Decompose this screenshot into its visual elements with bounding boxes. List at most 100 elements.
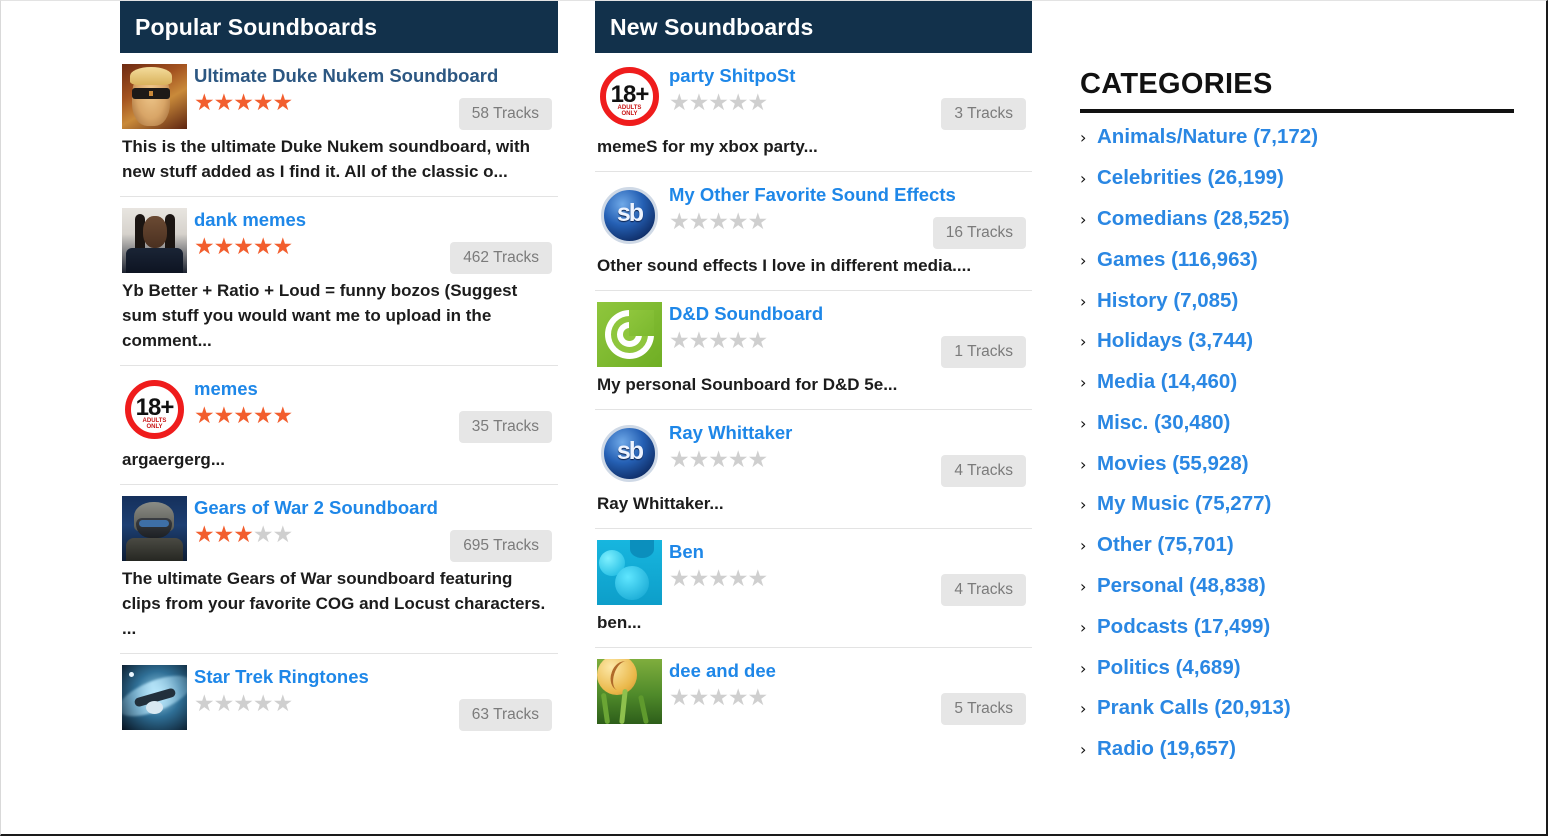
rating-star[interactable]: ★ (233, 234, 254, 260)
category-link[interactable]: Movies (55,928) (1097, 452, 1249, 476)
soundboard-title-link[interactable]: Ray Whittaker (669, 419, 1032, 445)
rating-star[interactable]: ★ (273, 403, 294, 429)
rating-star[interactable]: ★ (194, 90, 215, 116)
baseball-grass-thumbnail[interactable] (597, 659, 662, 724)
rating-star[interactable]: ★ (728, 328, 749, 354)
category-link[interactable]: Animals/Nature (7,172) (1097, 125, 1318, 149)
rating-star[interactable]: ★ (689, 328, 710, 354)
category-link[interactable]: History (7,085) (1097, 289, 1238, 313)
category-item[interactable]: › Movies (55,928) (1080, 443, 1514, 484)
soundboard-title-link[interactable]: party ShitpoSt (669, 62, 1032, 88)
rating-star[interactable]: ★ (253, 234, 274, 260)
soundboard-title-link[interactable]: memes (194, 375, 558, 401)
rating-star[interactable]: ★ (728, 209, 749, 235)
category-link[interactable]: Other (75,701) (1097, 533, 1234, 557)
rating-star[interactable]: ★ (748, 685, 769, 711)
duke-nukem-thumbnail[interactable] (122, 64, 187, 129)
rating-star[interactable]: ★ (728, 685, 749, 711)
rating-star[interactable]: ★ (748, 209, 769, 235)
rating-star[interactable]: ★ (194, 234, 215, 260)
category-link[interactable]: Podcasts (17,499) (1097, 615, 1270, 639)
rating-star[interactable]: ★ (728, 566, 749, 592)
rating-star[interactable]: ★ (273, 691, 294, 717)
rating-star[interactable]: ★ (214, 403, 235, 429)
category-link[interactable]: Radio (19,657) (1097, 737, 1236, 761)
category-link[interactable]: My Music (75,277) (1097, 492, 1271, 516)
category-item[interactable]: › Holidays (3,744) (1080, 321, 1514, 362)
rating-star[interactable]: ★ (708, 90, 729, 116)
rating-star[interactable]: ★ (708, 566, 729, 592)
category-link[interactable]: Games (116,963) (1097, 248, 1258, 272)
category-item[interactable]: › Personal (48,838) (1080, 566, 1514, 607)
rating-star[interactable]: ★ (194, 403, 215, 429)
rating-star[interactable]: ★ (689, 566, 710, 592)
blue-bubbles-thumbnail[interactable] (597, 540, 662, 605)
rating-star[interactable]: ★ (708, 209, 729, 235)
category-item[interactable]: › Games (116,963) (1080, 239, 1514, 280)
category-item[interactable]: › Misc. (30,480) (1080, 402, 1514, 443)
rating-star[interactable]: ★ (669, 685, 690, 711)
rating-star[interactable]: ★ (708, 685, 729, 711)
rating-star[interactable]: ★ (748, 328, 769, 354)
soundboard-title-link[interactable]: Ultimate Duke Nukem Soundboard (194, 62, 558, 88)
soundboard-sb-logo-icon[interactable]: sb (597, 421, 662, 486)
category-item[interactable]: › My Music (75,277) (1080, 484, 1514, 525)
category-link[interactable]: Misc. (30,480) (1097, 411, 1230, 435)
soundboard-title-link[interactable]: My Other Favorite Sound Effects (669, 181, 1032, 207)
rating-star[interactable]: ★ (273, 90, 294, 116)
soundboard-title-link[interactable]: Star Trek Ringtones (194, 663, 558, 689)
rating-star[interactable]: ★ (253, 522, 274, 548)
rating-star[interactable]: ★ (253, 90, 274, 116)
rating-star[interactable]: ★ (273, 234, 294, 260)
category-link[interactable]: Celebrities (26,199) (1097, 166, 1284, 190)
rating-star[interactable]: ★ (689, 209, 710, 235)
rating-star[interactable]: ★ (669, 90, 690, 116)
category-link[interactable]: Politics (4,689) (1097, 656, 1241, 680)
category-link[interactable]: Comedians (28,525) (1097, 207, 1290, 231)
rating-star[interactable]: ★ (689, 685, 710, 711)
category-link[interactable]: Prank Calls (20,913) (1097, 696, 1291, 720)
category-item[interactable]: › Prank Calls (20,913) (1080, 688, 1514, 729)
category-item[interactable]: › Media (14,460) (1080, 362, 1514, 403)
rating-star[interactable]: ★ (669, 566, 690, 592)
rating-star[interactable]: ★ (748, 566, 769, 592)
rating-star[interactable]: ★ (253, 691, 274, 717)
snoop-dogg-thumbnail[interactable] (122, 208, 187, 273)
rating-star[interactable]: ★ (233, 403, 254, 429)
rating-star[interactable]: ★ (233, 90, 254, 116)
rating-star[interactable]: ★ (194, 522, 215, 548)
rating-star[interactable]: ★ (273, 522, 294, 548)
rating-star[interactable]: ★ (253, 403, 274, 429)
rating-star[interactable]: ★ (233, 522, 254, 548)
category-item[interactable]: › Animals/Nature (7,172) (1080, 117, 1514, 158)
category-item[interactable]: › Politics (4,689) (1080, 647, 1514, 688)
rating-star[interactable]: ★ (214, 234, 235, 260)
rating-star[interactable]: ★ (194, 691, 215, 717)
soundboard-title-link[interactable]: D&D Soundboard (669, 300, 1032, 326)
gears-of-war-thumbnail[interactable] (122, 496, 187, 561)
green-spiral-thumbnail[interactable] (597, 302, 662, 367)
category-item[interactable]: › Podcasts (17,499) (1080, 606, 1514, 647)
category-item[interactable]: › Other (75,701) (1080, 525, 1514, 566)
adults-only-18-plus-icon[interactable]: 18+ ADULTS ONLY (597, 64, 662, 129)
rating-star[interactable]: ★ (214, 522, 235, 548)
rating-star[interactable]: ★ (748, 447, 769, 473)
category-item[interactable]: › History (7,085) (1080, 280, 1514, 321)
soundboard-title-link[interactable]: dank memes (194, 206, 558, 232)
rating-star[interactable]: ★ (669, 447, 690, 473)
soundboard-title-link[interactable]: Ben (669, 538, 1032, 564)
soundboard-title-link[interactable]: dee and dee (669, 657, 1032, 683)
star-trek-thumbnail[interactable] (122, 665, 187, 730)
rating-star[interactable]: ★ (689, 90, 710, 116)
category-link[interactable]: Personal (48,838) (1097, 574, 1266, 598)
category-item[interactable]: › Radio (19,657) (1080, 729, 1514, 770)
soundboard-title-link[interactable]: Gears of War 2 Soundboard (194, 494, 558, 520)
rating-star[interactable]: ★ (748, 90, 769, 116)
rating-star[interactable]: ★ (669, 209, 690, 235)
rating-star[interactable]: ★ (689, 447, 710, 473)
category-item[interactable]: › Comedians (28,525) (1080, 199, 1514, 240)
rating-star[interactable]: ★ (214, 691, 235, 717)
rating-star[interactable]: ★ (728, 447, 749, 473)
adults-only-18-plus-icon[interactable]: 18+ ADULTS ONLY (122, 377, 187, 442)
rating-star[interactable]: ★ (233, 691, 254, 717)
